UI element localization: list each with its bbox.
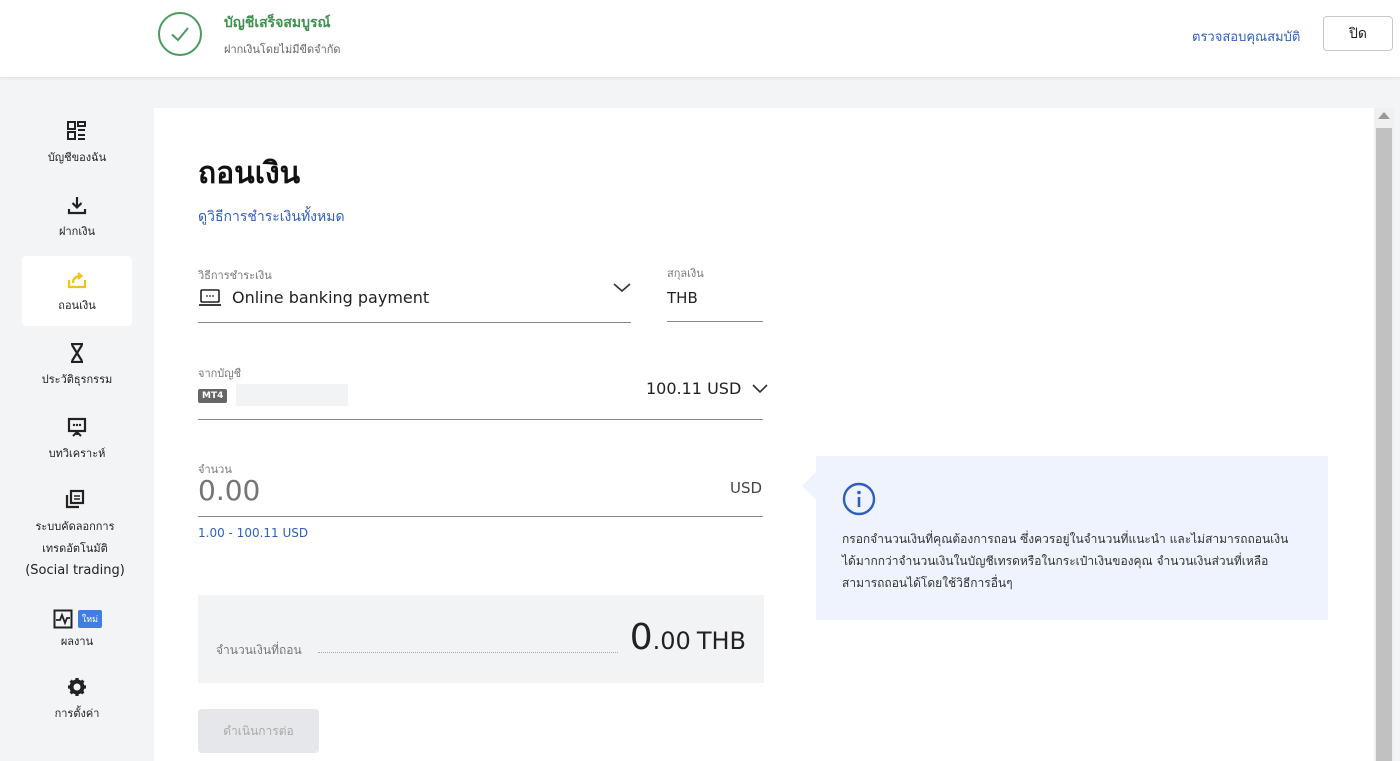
sidebar-item-history[interactable]: ประวัติธุรกรรม (22, 342, 132, 391)
gear-icon (66, 676, 88, 698)
close-button[interactable]: ปิด (1323, 16, 1393, 51)
verify-status-link[interactable]: ตรวจสอบคุณสมบัติ (1192, 26, 1300, 47)
sidebar-item-deposit[interactable]: ฝากเงิน (22, 194, 132, 243)
amount-range: 1.00 - 100.11 USD (198, 526, 309, 540)
check-circle-icon (158, 12, 202, 56)
scrollbar-thumb[interactable] (1376, 128, 1392, 761)
sidebar-item-label-line: ระบบคัดลอกการ (35, 520, 115, 533)
download-icon (66, 194, 88, 216)
sidebar-item-label: บัญชีของฉัน (47, 151, 107, 164)
currency-label: สกุลเงิน (667, 267, 704, 280)
chevron-down-icon[interactable] (612, 280, 632, 299)
new-badge: ใหม่ (77, 610, 103, 628)
performance-icon-row: ใหม่ (52, 608, 103, 630)
sidebar-item-label: ถอนเงิน (58, 299, 96, 312)
amount-currency: USD (730, 479, 763, 497)
chart-icon (52, 608, 74, 630)
view-all-methods-link[interactable]: ดูวิธีการชำระเงินทั้งหมด (198, 206, 345, 228)
laptop-icon (198, 288, 222, 307)
info-icon (842, 482, 876, 520)
sidebar-item-label-line: (Social trading) (25, 563, 125, 578)
hourglass-icon (66, 342, 88, 364)
continue-button[interactable]: ดำเนินการต่อ (198, 709, 319, 753)
summary-label: จำนวนเงินที่ถอน (216, 643, 302, 657)
scroll-up-arrow-icon[interactable] (1378, 112, 1390, 119)
currency-underline (667, 321, 763, 322)
payment-method-value: Online banking payment (232, 288, 430, 307)
summary-amount-int: 0 (629, 617, 653, 658)
sidebar-item-label: การตั้งค่า (54, 707, 100, 720)
banner-subtitle: ฝากเงินโดยไม่มีขีดจำกัด (224, 43, 341, 56)
payment-method-label: วิธีการชำระเงิน (198, 269, 272, 282)
sidebar-item-label: ระบบคัดลอกการ เทรดอัตโนมัติ (Social trad… (25, 516, 125, 582)
sidebar-item-label: บทวิเคราะห์ (48, 447, 106, 460)
vertical-scrollbar[interactable] (1374, 108, 1394, 761)
mt4-tag: MT4 (198, 389, 228, 403)
sidebar-item-label: ประวัติธุรกรรม (41, 373, 113, 386)
info-box-pointer (802, 472, 816, 500)
info-text: กรอกจำนวนเงินที่คุณต้องการถอน ซึ่งควรอยู… (842, 532, 1289, 590)
page-title: ถอนเงิน (198, 156, 301, 191)
from-account-label: จากบัญชี (198, 367, 242, 380)
sidebar-item-social-trading[interactable]: ระบบคัดลอกการ เทรดอัตโนมัติ (Social trad… (0, 488, 150, 582)
verification-banner: บัญชีเสร็จสมบูรณ์ ฝากเงินโดยไม่มีขีดจำกั… (0, 0, 1400, 78)
summary-amount: 0.00 THB (630, 617, 746, 658)
sidebar-item-my-account[interactable]: บัญชีของฉัน (22, 120, 132, 169)
sidebar-item-performance[interactable]: ใหม่ ผลงาน (22, 608, 132, 653)
sidebar-item-settings[interactable]: การตั้งค่า (22, 676, 132, 725)
sidebar: บัญชีของฉัน ฝากเงิน ถอนเงิน ประวัติธุรกร… (0, 78, 150, 761)
grid-icon (66, 120, 88, 142)
info-box: กรอกจำนวนเงินที่คุณต้องการถอน ซึ่งควรอยู… (802, 456, 1328, 620)
payment-method-select[interactable]: Online banking payment (198, 288, 429, 307)
currency-field[interactable]: THB (667, 289, 698, 307)
withdraw-panel: ถอนเงิน ดูวิธีการชำระเงินทั้งหมด วิธีการ… (154, 108, 1374, 761)
summary-amount-dec: .00 (652, 627, 691, 655)
withdraw-icon (66, 268, 88, 290)
sidebar-item-label-line: เทรดอัตโนมัติ (42, 542, 108, 555)
sidebar-item-withdraw[interactable]: ถอนเงิน (22, 256, 132, 326)
copy-icon (64, 488, 86, 510)
banner-title: บัญชีเสร็จสมบูรณ์ (224, 15, 331, 31)
sidebar-item-label: ผลงาน (60, 635, 94, 648)
account-balance: 100.11 USD (646, 379, 742, 398)
summary-currency: THB (696, 627, 746, 655)
sidebar-item-analysis[interactable]: บทวิเคราะห์ (22, 416, 132, 465)
presentation-icon (66, 416, 88, 438)
amount-underline (198, 516, 763, 517)
withdraw-summary: จำนวนเงินที่ถอน 0.00 THB (198, 595, 764, 683)
chevron-down-icon (751, 383, 769, 395)
account-number-masked (236, 384, 348, 406)
sidebar-item-label: ฝากเงิน (59, 225, 95, 238)
account-select[interactable]: 100.11 USD (646, 379, 769, 398)
from-account-underline (198, 419, 763, 420)
amount-input[interactable] (198, 474, 718, 507)
payment-method-underline (198, 322, 631, 323)
dotted-leader (318, 652, 618, 653)
